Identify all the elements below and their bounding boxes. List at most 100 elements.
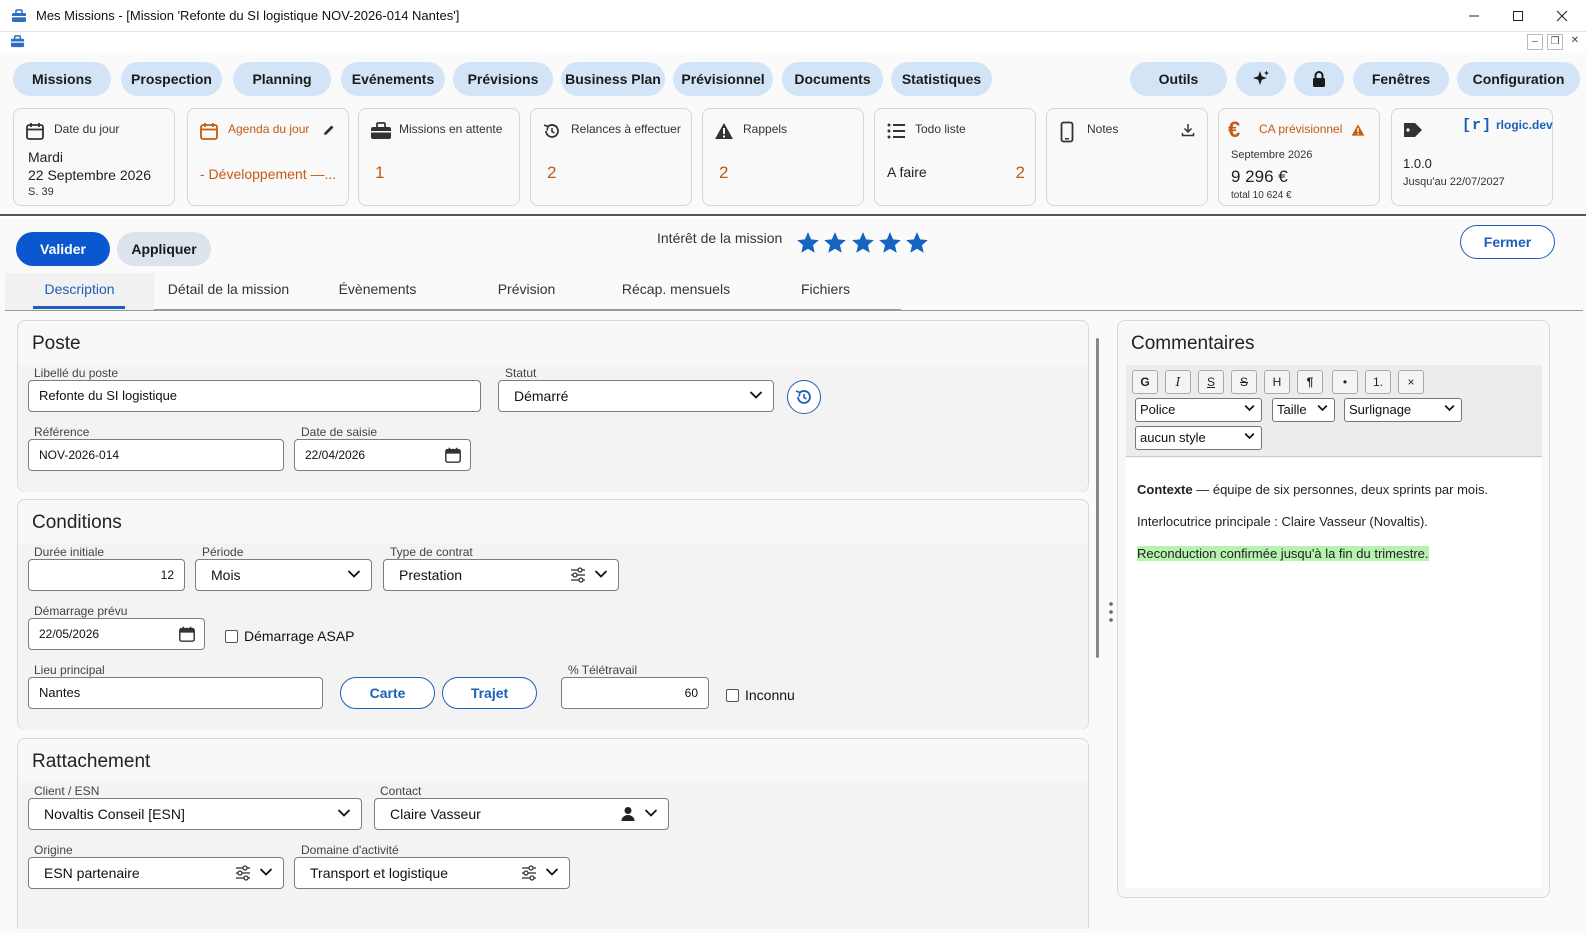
clear-format-button[interactable]: ×: [1398, 370, 1424, 394]
card-rappels[interactable]: Rappels 2: [702, 108, 864, 206]
card-todo-liste[interactable]: Todo liste A faire 2: [874, 108, 1036, 206]
validate-button[interactable]: Valider: [16, 232, 110, 266]
download-icon[interactable]: [1181, 123, 1195, 137]
star-icon[interactable]: [822, 230, 848, 256]
interest-rating[interactable]: [795, 222, 935, 253]
demarrage-asap-checkbox[interactable]: [225, 630, 238, 643]
reference-input[interactable]: NOV-2026-014: [28, 439, 284, 471]
card-title: Notes: [1087, 122, 1119, 136]
date-value: 22/05/2026: [39, 627, 100, 641]
apply-button[interactable]: Appliquer: [117, 232, 211, 266]
menu-missions[interactable]: Missions: [13, 62, 111, 96]
menu-statistiques[interactable]: Statistiques: [891, 62, 992, 96]
inconnu-checkbox[interactable]: [726, 689, 739, 702]
tab-prevision[interactable]: Prévision: [452, 271, 601, 307]
tab-recap-mensuels[interactable]: Récap. mensuels: [601, 271, 751, 307]
mdi-minimize-button[interactable]: –: [1527, 34, 1543, 50]
pencil-icon[interactable]: [322, 123, 336, 137]
tab-fichiers[interactable]: Fichiers: [751, 271, 900, 307]
maximize-button[interactable]: [1496, 0, 1540, 32]
close-button[interactable]: Fermer: [1460, 225, 1555, 259]
underline-button[interactable]: S: [1198, 370, 1224, 394]
minimize-button[interactable]: [1452, 0, 1496, 32]
card-ca-previsionnel[interactable]: € CA prévisionnel Septembre 2026 9 296 €…: [1218, 108, 1380, 206]
size-select[interactable]: Taille: [1272, 398, 1335, 422]
menu-outils[interactable]: Outils: [1130, 62, 1227, 96]
demarrage-prevu-input[interactable]: 22/05/2026: [28, 618, 205, 650]
card-agenda-du-jour[interactable]: Agenda du jour - Développement —...: [187, 108, 349, 206]
section-title: Conditions: [32, 512, 122, 533]
menu-prospection[interactable]: Prospection: [121, 62, 222, 96]
card-relances[interactable]: Relances à effectuer 2: [530, 108, 692, 206]
person-icon[interactable]: [620, 806, 636, 822]
form-scrollbar-thumb[interactable]: [1096, 338, 1099, 658]
numbered-list-button[interactable]: 1.: [1365, 370, 1391, 394]
mdi-restore-button[interactable]: ❐: [1547, 34, 1563, 50]
card-date-du-jour[interactable]: Date du jour Mardi 22 Septembre 2026 S. …: [13, 108, 175, 206]
filter-sliders-icon[interactable]: [235, 865, 251, 881]
status-history-button[interactable]: [787, 380, 821, 414]
contact-select[interactable]: Claire Vasseur: [374, 798, 669, 830]
filter-sliders-icon[interactable]: [570, 567, 586, 583]
comment-line: Interlocutrice principale : Claire Vasse…: [1137, 514, 1428, 529]
filter-sliders-icon[interactable]: [521, 865, 537, 881]
menu-documents[interactable]: Documents: [782, 62, 883, 96]
star-icon[interactable]: [850, 230, 876, 256]
card-version[interactable]: [r] rlogic.dev 1.0.0 Jusqu'au 22/07/2027: [1391, 108, 1553, 206]
libelle-poste-input[interactable]: Refonte du SI logistique: [28, 380, 481, 412]
field-label: Durée initiale: [34, 545, 105, 559]
heading-button[interactable]: H: [1264, 370, 1290, 394]
font-select[interactable]: Police: [1135, 398, 1262, 422]
star-icon[interactable]: [904, 230, 930, 256]
domaine-activite-select[interactable]: Transport et logistique: [294, 857, 570, 889]
duree-initiale-input[interactable]: 12: [28, 559, 185, 591]
menu-business-plan[interactable]: Business Plan: [561, 62, 665, 96]
tab-evenements[interactable]: Évènements: [303, 271, 452, 307]
select-value: Claire Vasseur: [390, 806, 481, 822]
bullet-list-button[interactable]: •: [1332, 370, 1358, 394]
mdi-close-button[interactable]: ✕: [1567, 34, 1583, 50]
card-notes[interactable]: Notes: [1046, 108, 1208, 206]
menu-previsionnel[interactable]: Prévisionnel: [673, 62, 773, 96]
teletravail-input[interactable]: 60: [561, 677, 709, 709]
section-title: Commentaires: [1131, 333, 1255, 354]
menu-fenetres[interactable]: Fenêtres: [1353, 62, 1449, 96]
lock-button[interactable]: [1294, 62, 1344, 96]
close-window-button[interactable]: [1540, 0, 1584, 32]
count-value: 2: [719, 163, 729, 182]
highlight-select[interactable]: Surlignage: [1344, 398, 1462, 422]
star-icon[interactable]: [795, 230, 821, 256]
ai-sparkle-button[interactable]: [1236, 62, 1286, 96]
star-icon[interactable]: [877, 230, 903, 256]
paragraph-button[interactable]: ¶: [1297, 370, 1323, 394]
map-button[interactable]: Carte: [340, 677, 435, 709]
title-bar: Mes Missions - [Mission 'Refonte du SI l…: [0, 0, 1586, 32]
style-select[interactable]: aucun style: [1135, 426, 1262, 450]
calendar-icon: [199, 121, 219, 141]
periode-select[interactable]: Mois: [195, 559, 372, 591]
lieu-principal-input[interactable]: Nantes: [28, 677, 323, 709]
menu-previsions[interactable]: Prévisions: [453, 62, 553, 96]
bold-button[interactable]: G: [1132, 370, 1158, 394]
menu-configuration[interactable]: Configuration: [1457, 62, 1580, 96]
calendar-icon[interactable]: [178, 625, 196, 643]
comment-editor[interactable]: Contexte — équipe de six personnes, deux…: [1126, 458, 1542, 888]
statut-select[interactable]: Démarré: [498, 380, 774, 412]
date-value: 22/04/2026: [305, 448, 366, 462]
card-missions-en-attente[interactable]: Missions en attente 1: [358, 108, 520, 206]
tab-description[interactable]: Description: [5, 271, 154, 307]
strikethrough-button[interactable]: S: [1231, 370, 1257, 394]
route-button[interactable]: Trajet: [442, 677, 537, 709]
checkbox-label: Démarrage ASAP: [244, 628, 355, 644]
italic-button[interactable]: I: [1165, 370, 1191, 394]
calendar-icon[interactable]: [444, 446, 462, 464]
splitter-handle[interactable]: [1107, 600, 1115, 624]
menu-evenements[interactable]: Evénements: [341, 62, 445, 96]
type-contrat-select[interactable]: Prestation: [383, 559, 619, 591]
menu-planning[interactable]: Planning: [233, 62, 331, 96]
date-saisie-input[interactable]: 22/04/2026: [294, 439, 471, 471]
phone-icon: [1060, 121, 1074, 143]
origine-select[interactable]: ESN partenaire: [28, 857, 284, 889]
client-esn-select[interactable]: Novaltis Conseil [ESN]: [28, 798, 362, 830]
tab-detail-mission[interactable]: Détail de la mission: [155, 271, 302, 307]
